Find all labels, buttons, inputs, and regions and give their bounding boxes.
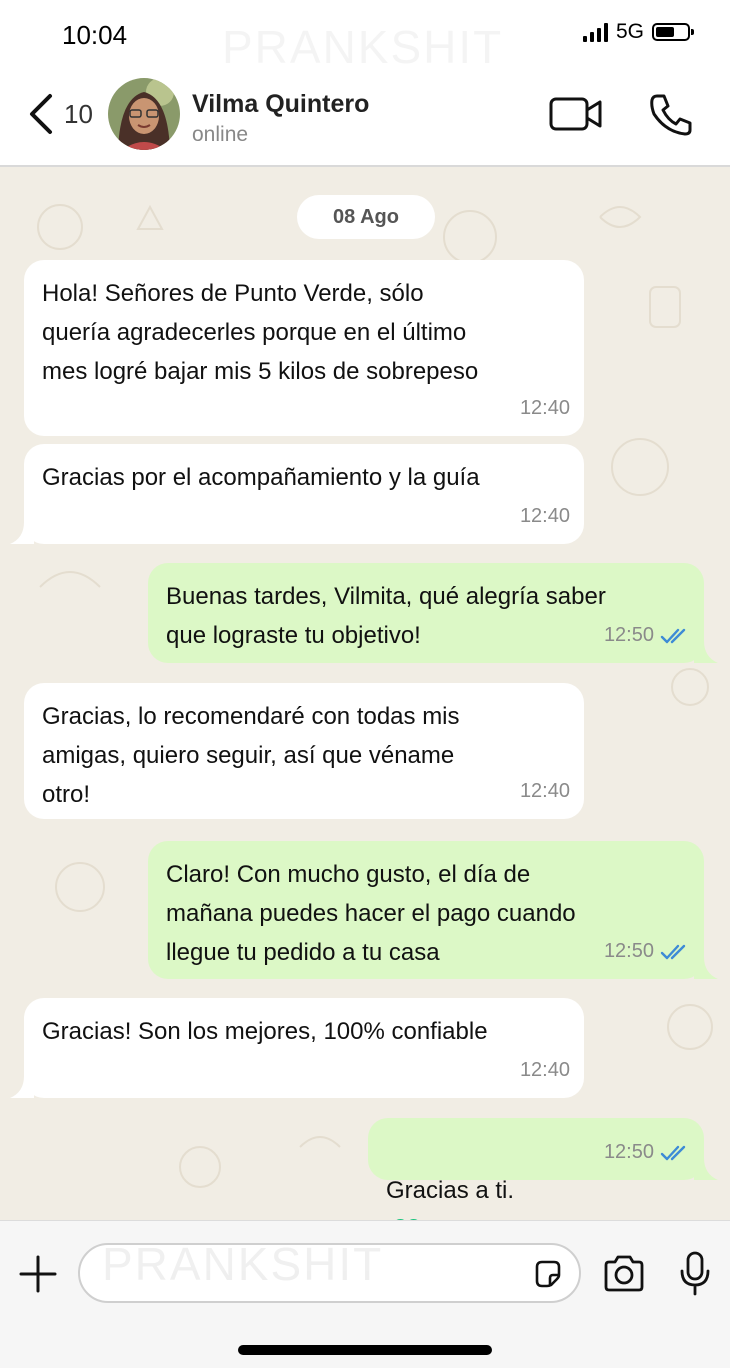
message-incoming[interactable]: Gracias por el acompañamiento y la guía … [10, 444, 584, 544]
read-ticks-icon [660, 628, 686, 643]
message-incoming[interactable]: Gracias, lo recomendaré con todas mis am… [24, 683, 584, 819]
home-indicator[interactable] [238, 1345, 492, 1355]
chat-area[interactable]: 08 Ago Hola! Señores de Punto Verde, sól… [0, 167, 730, 1220]
camera-icon [604, 1255, 644, 1292]
contact-info[interactable]: Vilma Quintero online [192, 90, 369, 147]
message-time: 12:50 [603, 940, 654, 962]
message-input-wrapper [78, 1243, 581, 1303]
message-time: 12:40 [519, 1059, 570, 1081]
message-outgoing[interactable]: Gracias a ti. 12:50 [368, 1118, 718, 1220]
video-call-button[interactable] [548, 94, 604, 134]
voice-call-button[interactable] [648, 92, 694, 136]
battery-icon [652, 23, 694, 41]
status-time: 10:04 [62, 20, 128, 50]
message-time: 12:40 [519, 505, 570, 527]
message-text: Gracias por el acompañamiento y la guía [42, 464, 480, 491]
plus-icon [19, 1255, 57, 1293]
message-input[interactable] [80, 1245, 579, 1301]
network-label: 5G [615, 20, 644, 43]
sticker-button[interactable] [533, 1259, 563, 1289]
message-time: 12:40 [519, 780, 570, 802]
message-outgoing[interactable]: Claro! Con mucho gusto, el día de mañana… [148, 841, 718, 979]
status-indicators: 5G [582, 20, 694, 44]
attach-button[interactable] [18, 1251, 58, 1297]
bubble-tail [10, 1076, 34, 1098]
sticker-icon [535, 1260, 561, 1288]
message-time: 12:40 [519, 397, 570, 419]
message-time: 12:50 [603, 624, 654, 646]
status-bar: 10:04 PRANKSHIT 5G [0, 0, 730, 73]
message-composer [0, 1220, 730, 1368]
message-text-content: Gracias a ti. [386, 1177, 515, 1204]
message-text: Gracias, lo recomendaré con todas mis am… [42, 703, 460, 808]
phone-icon [650, 94, 692, 136]
message-time: 12:50 [603, 1141, 654, 1163]
read-ticks-icon [660, 944, 686, 959]
avatar[interactable] [108, 78, 180, 150]
video-camera-icon [549, 97, 602, 131]
date-separator: 08 Ago [297, 195, 435, 239]
back-button[interactable]: 10 [26, 92, 106, 136]
unread-count: 10 [64, 98, 93, 129]
bubble-tail [694, 641, 718, 663]
chat-header: 10 Vilma Quintero online [0, 70, 730, 167]
voice-record-button[interactable] [678, 1251, 712, 1297]
bubble-tail [694, 1158, 718, 1180]
contact-name: Vilma Quintero [192, 90, 370, 118]
bubble-tail [10, 522, 34, 544]
read-ticks-icon [660, 1145, 686, 1160]
chevron-left-icon [30, 94, 52, 134]
bubble-tail [694, 957, 718, 979]
microphone-icon [680, 1251, 710, 1296]
message-incoming[interactable]: Hola! Señores de Punto Verde, sólo querí… [24, 260, 584, 436]
message-text: Hola! Señores de Punto Verde, sólo querí… [42, 280, 479, 385]
message-text: Gracias! Son los mejores, 100% confiable [42, 1018, 488, 1045]
camera-button[interactable] [602, 1255, 646, 1293]
contact-status: online [192, 123, 249, 146]
signal-icon [582, 22, 608, 42]
message-incoming[interactable]: Gracias! Son los mejores, 100% confiable… [10, 998, 584, 1098]
watermark: PRANKSHIT [222, 20, 503, 74]
message-outgoing[interactable]: Buenas tardes, Vilmita, qué alegría sabe… [148, 563, 718, 663]
